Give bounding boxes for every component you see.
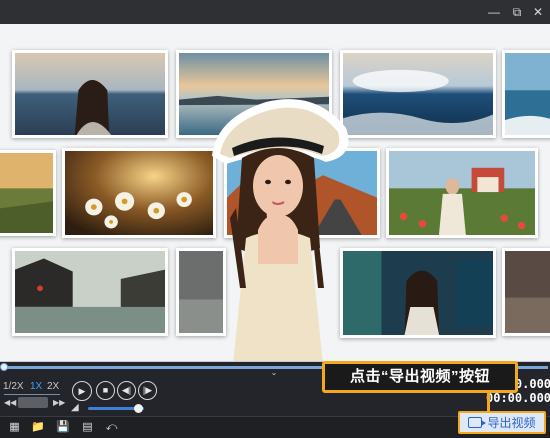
photo-ocean-waves: [340, 50, 496, 138]
speed-double[interactable]: 2X: [47, 381, 59, 393]
title-bar: — ⧉ ✕: [0, 0, 550, 24]
photo-daisies: [62, 148, 216, 238]
speed-normal[interactable]: 1X: [30, 381, 42, 393]
photo-street-dusk: [502, 248, 550, 336]
restore-icon[interactable]: ⧉: [509, 4, 525, 20]
photo-water-town: [12, 248, 168, 336]
total-time: 00:00.000: [486, 391, 550, 405]
share-icon[interactable]: ⤺: [105, 421, 118, 434]
volume-icon[interactable]: ◢: [71, 402, 85, 414]
girl-cutout[interactable]: [206, 88, 352, 361]
export-video-icon: [468, 417, 487, 428]
preview-stage: [0, 24, 550, 362]
play-icon[interactable]: ▶: [72, 381, 92, 401]
new-project-icon[interactable]: ▦: [8, 421, 21, 434]
callout-pointer: [487, 393, 490, 411]
timeline-knob[interactable]: [0, 363, 8, 371]
speed-half[interactable]: 1/2X: [3, 381, 24, 393]
photo-neon-alley-woman: [340, 248, 496, 338]
photo-countryside: [0, 150, 56, 236]
photo-flower-field-girl: [386, 148, 538, 238]
collapse-toggle[interactable]: ⌄: [263, 368, 285, 377]
save-icon[interactable]: 💾: [56, 421, 70, 434]
export-video-label: 导出视频: [487, 416, 536, 430]
photo-woman-by-sea: [12, 50, 168, 138]
video-editor-window: — ⧉ ✕ ⌄ 1/2X 1X 2X ◀◀ ▶▶ ▶ ■ ◀| |▶ ◢ 00:…: [0, 0, 550, 438]
fast-forward-icon[interactable]: ▶▶: [53, 397, 65, 408]
speed-track: [4, 394, 60, 395]
close-icon[interactable]: ✕: [530, 4, 546, 20]
stop-icon[interactable]: ■: [96, 381, 115, 400]
export-video-button[interactable]: 导出视频: [458, 411, 546, 434]
previous-icon[interactable]: ◀|: [117, 381, 136, 400]
frame-scrubber[interactable]: [18, 397, 48, 408]
tutorial-callout: 点击“导出视频”按钮: [322, 361, 518, 393]
save-as-icon[interactable]: ▤: [81, 421, 94, 434]
next-icon[interactable]: |▶: [138, 381, 157, 400]
open-folder-icon[interactable]: 📁: [31, 421, 45, 434]
rewind-icon[interactable]: ◀◀: [4, 397, 16, 408]
photo-ocean-shore: [502, 50, 550, 138]
minimize-icon[interactable]: —: [486, 4, 502, 20]
